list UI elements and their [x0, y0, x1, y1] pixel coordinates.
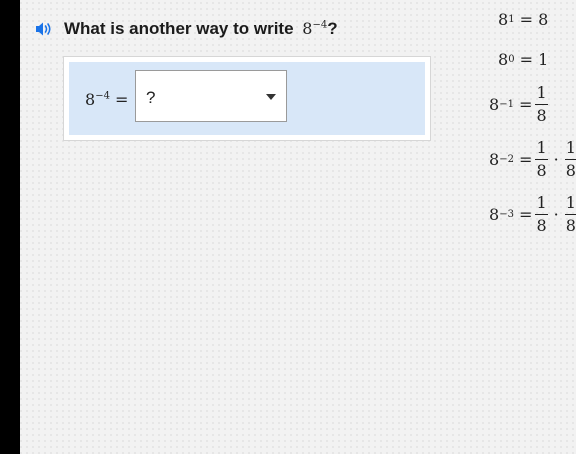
ref-line-2: 80 = 1 [498, 50, 549, 69]
ref-fraction: 18 [535, 138, 548, 180]
answer-card: 8−4 = ? [63, 56, 431, 141]
lhs-equals: = [115, 90, 129, 109]
ref-rhs: = 1 [519, 50, 549, 69]
question-exponent: −4 [312, 19, 328, 31]
fraction-bar [535, 159, 548, 160]
ref-equals: = [519, 95, 533, 114]
ref-fraction: 18 [535, 83, 548, 125]
ref-fraction-2: 18 [564, 193, 576, 235]
fraction-numerator: 1 [565, 138, 576, 157]
question-prefix: What is another way to write [64, 19, 294, 38]
speaker-icon[interactable] [34, 19, 54, 39]
question-text: What is another way to write 8−4? [64, 19, 338, 39]
fraction-bar [564, 214, 576, 215]
ref-fraction-2: 18 [564, 138, 576, 180]
fraction-denominator: 8 [536, 106, 547, 125]
fraction-numerator: 1 [536, 83, 547, 102]
answer-panel: 8−4 = ? [69, 62, 425, 135]
ref-line-1: 81 = 8 [498, 10, 549, 29]
fraction-bar [564, 159, 576, 160]
ref-equals: = [519, 205, 533, 224]
fraction-denominator: 8 [536, 161, 547, 180]
question-row: What is another way to write 8−4? [34, 16, 338, 42]
ref-line-4: 8 −2 = 18 · 18 [489, 138, 576, 180]
ref-base: 8 [489, 205, 500, 224]
ref-base: 8 [489, 150, 500, 169]
fraction-denominator: 8 [565, 216, 576, 235]
fraction-numerator: 1 [536, 193, 547, 212]
fraction-denominator: 8 [536, 216, 547, 235]
ref-line-3: 8 −1 = 18 [489, 83, 548, 125]
question-expression: 8−4 [302, 19, 327, 38]
fraction-denominator: 8 [565, 161, 576, 180]
question-base: 8 [302, 19, 313, 38]
answer-lhs: 8−4 = [85, 90, 128, 109]
question-mark: ? [327, 19, 338, 38]
fraction-numerator: 1 [536, 138, 547, 157]
fraction-bar [535, 104, 548, 105]
ref-base: 8 [489, 95, 500, 114]
ref-line-5: 8 −3 = 18 · 18 [489, 193, 576, 235]
ref-rhs: = 8 [519, 10, 549, 29]
fraction-bar [535, 214, 548, 215]
ref-fraction: 18 [535, 193, 548, 235]
ref-dot: · [553, 150, 559, 169]
lhs-base: 8 [85, 90, 96, 109]
ref-dot: · [553, 205, 559, 224]
answer-dropdown[interactable]: ? [135, 70, 287, 122]
lhs-exponent: −4 [95, 90, 110, 102]
dropdown-value: ? [146, 88, 156, 107]
left-edge-strip [0, 0, 20, 454]
ref-equals: = [519, 150, 533, 169]
caret-down-icon [266, 94, 276, 100]
ref-base: 8 [498, 50, 509, 69]
fraction-numerator: 1 [565, 193, 576, 212]
ref-base: 8 [498, 10, 509, 29]
